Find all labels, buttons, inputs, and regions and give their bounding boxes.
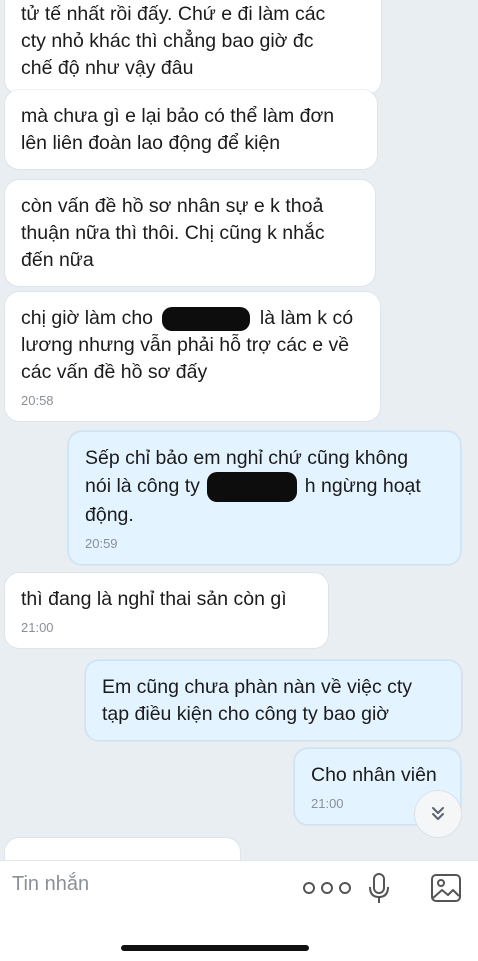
message-bubble-incoming[interactable]: tử tế nhất rồi đấy. Chứ e đi làm các cty…	[5, 0, 381, 94]
message-composer: Tin nhắn	[0, 860, 478, 961]
message-line: mà chưa gì e lại bảo có thể làm đơn	[21, 105, 335, 127]
message-line: Cho nhân viên	[311, 764, 437, 786]
message-line: thuận nữa thì thôi. Chị cũng k nhắc	[21, 222, 325, 244]
message-line: đến nữa	[21, 249, 94, 271]
message-text: chị giờ làm cho	[21, 307, 154, 329]
message-line: Sếp chỉ bảo em nghỉ chứ cũng không	[85, 447, 409, 469]
message-bubble-incoming[interactable]: chị giờ làm cho là làm k có lương nhưng …	[5, 292, 380, 421]
message-line: chị giờ làm cho là làm k có	[21, 305, 366, 332]
message-input[interactable]: Tin nhắn	[12, 873, 89, 896]
home-indicator	[121, 945, 309, 951]
message-timestamp: 20:59	[85, 536, 118, 551]
message-line: thì đang là nghỉ thai sản còn gì	[21, 588, 287, 610]
message-line: lương nhưng vẫn phải hỗ trợ các e về	[21, 334, 350, 356]
message-line: động.	[85, 504, 134, 526]
message-text: h ngừng hoạt	[304, 475, 421, 498]
message-bubble-incoming[interactable]: thì đang là nghỉ thai sản còn gì 21:00	[5, 573, 328, 648]
message-text: nói là công ty	[85, 475, 200, 498]
message-timestamp: 20:58	[21, 393, 54, 408]
message-bubble-outgoing[interactable]: Em cũng chưa phàn nàn về việc cty tạp đi…	[85, 660, 462, 741]
chat-area[interactable]: tử tế nhất rồi đấy. Chứ e đi làm các cty…	[0, 0, 478, 860]
message-timestamp: 21:00	[21, 620, 54, 635]
image-icon[interactable]	[430, 873, 462, 903]
redaction-mark	[162, 306, 251, 331]
message-line: lên liên đoàn lao động để kiện	[21, 132, 281, 154]
more-dots-icon[interactable]	[300, 875, 354, 901]
message-bubble-incoming-partial[interactable]	[5, 838, 240, 860]
scroll-to-bottom-button[interactable]	[414, 790, 462, 838]
message-bubble-incoming[interactable]: còn vấn đề hồ sơ nhân sự e k thoả thuận …	[5, 180, 375, 286]
message-bubble-outgoing[interactable]: Sếp chỉ bảo em nghỉ chứ cũng không nói l…	[68, 431, 461, 565]
microphone-icon[interactable]	[368, 873, 390, 905]
redaction-mark	[207, 472, 298, 502]
message-line: cty nhỏ khác thì chẳng bao giờ đc	[21, 30, 314, 52]
message-line: chế độ như vậy đâu	[21, 57, 194, 79]
message-text: là làm k có	[259, 307, 354, 329]
message-line: tử tế nhất rồi đấy. Chứ e đi làm các	[21, 3, 326, 25]
message-line: tạp điều kiện cho công ty bao giờ	[102, 703, 390, 725]
message-line: các vấn đề hồ sơ đấy	[21, 361, 208, 383]
message-line: nói là công ty h ngừng hoạt	[85, 472, 446, 502]
message-line: Em cũng chưa phàn nàn về việc cty	[102, 676, 413, 698]
message-line: còn vấn đề hồ sơ nhân sự e k thoả	[21, 195, 324, 217]
chevron-double-down-icon	[432, 807, 444, 820]
message-bubble-incoming[interactable]: mà chưa gì e lại bảo có thể làm đơn lên …	[5, 90, 377, 169]
